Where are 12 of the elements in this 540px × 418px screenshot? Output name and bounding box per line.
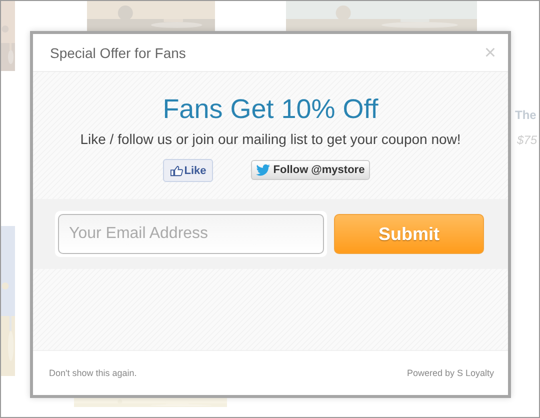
like-button[interactable]: Like xyxy=(163,159,214,182)
email-field[interactable]: Your Email Address xyxy=(58,214,324,254)
product-title: The xyxy=(515,108,536,122)
powered-by-text: Powered by S Loyalty xyxy=(406,368,494,378)
offer-description: Like / follow us or join our mailing list to get your coupon now! xyxy=(79,131,462,147)
offer-headline: Fans Get 10% Off xyxy=(162,94,380,125)
dont-show-link[interactable]: Don't show this again. xyxy=(49,368,137,378)
follow-button[interactable]: Follow @mystore xyxy=(251,160,370,180)
thumbs-up-icon xyxy=(170,164,184,176)
submit-button[interactable]: Submit xyxy=(334,214,484,254)
bird-icon xyxy=(256,164,270,176)
dialog-title: Special Offer for Fans xyxy=(50,44,186,60)
